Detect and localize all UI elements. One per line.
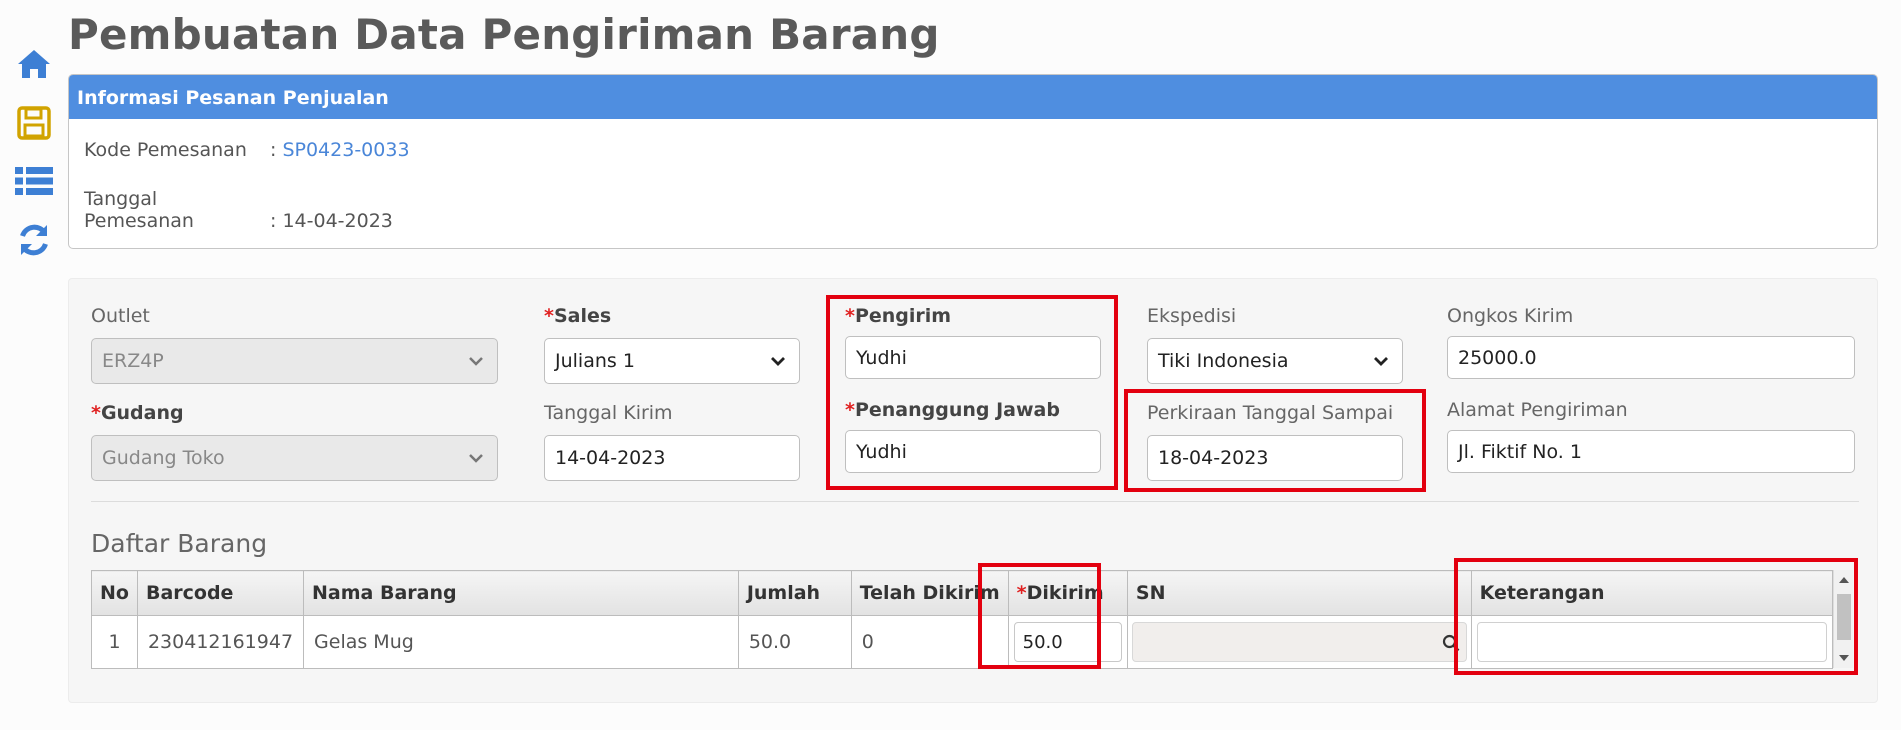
penanggung-jawab-label-text: Penanggung Jawab	[854, 399, 1060, 421]
ongkos-kirim-input[interactable]: 25000.0	[1447, 336, 1855, 379]
col-dikirim-text: Dikirim	[1026, 582, 1104, 604]
items-table: No Barcode Nama Barang Jumlah Telah Diki…	[91, 570, 1834, 669]
list-icon[interactable]	[14, 161, 54, 201]
alamat-pengiriman-label: Alamat Pengiriman	[1447, 399, 1628, 421]
scroll-down-icon[interactable]	[1838, 654, 1850, 662]
cell-nama-barang: Gelas Mug	[303, 615, 739, 669]
ekspedisi-label: Ekspedisi	[1147, 305, 1237, 327]
col-dikirim: *Dikirim	[1007, 570, 1128, 616]
alamat-pengiriman-input[interactable]: Jl. Fiktif No. 1	[1447, 430, 1855, 473]
tanggal-pemesanan-value: 14-04-2023	[282, 210, 393, 232]
page-title: Pembuatan Data Pengiriman Barang	[68, 10, 940, 59]
cell-jumlah: 50.0	[737, 615, 852, 669]
table-header-row: No Barcode Nama Barang Jumlah Telah Diki…	[91, 570, 1834, 616]
col-telah-dikirim: Telah Dikirim	[850, 570, 1009, 616]
cell-telah-dikirim: 0	[850, 615, 1009, 669]
gudang-group: *Gudang Gudang Toko	[91, 402, 498, 481]
pengirim-group: *Pengirim Yudhi	[845, 305, 1101, 379]
divider	[91, 501, 1859, 502]
perkiraan-tanggal-sampai-label: Perkiraan Tanggal Sampai	[1147, 402, 1394, 424]
tanggal-kirim-group: Tanggal Kirim 14-04-2023	[544, 402, 800, 481]
gudang-label-text: Gudang	[100, 402, 184, 424]
alamat-pengiriman-group: Alamat Pengiriman Jl. Fiktif No. 1	[1447, 399, 1855, 473]
order-info-header: Informasi Pesanan Penjualan	[69, 75, 1877, 119]
gudang-value: Gudang Toko	[102, 447, 225, 469]
pengirim-label-text: Pengirim	[854, 305, 952, 327]
penanggung-jawab-label: *Penanggung Jawab	[845, 399, 1101, 421]
sidebar	[0, 0, 68, 730]
sales-group: *Sales Julians 1	[544, 305, 800, 384]
cell-keterangan	[1470, 615, 1834, 669]
col-barcode: Barcode	[136, 570, 305, 616]
kode-pemesanan-link[interactable]: SP0423-0033	[282, 139, 409, 161]
col-no: No	[91, 570, 138, 616]
sales-value: Julians 1	[555, 350, 635, 372]
perkiraan-tanggal-sampai-group: Perkiraan Tanggal Sampai 18-04-2023	[1147, 402, 1403, 481]
col-jumlah: Jumlah	[737, 570, 852, 616]
penanggung-jawab-input[interactable]: Yudhi	[845, 430, 1101, 473]
penanggung-jawab-group: *Penanggung Jawab Yudhi	[845, 399, 1101, 473]
cell-barcode: 230412161947	[136, 615, 305, 669]
tanggal-pemesanan-row: Tanggal Pemesanan: 14-04-2023	[84, 188, 393, 232]
chevron-down-icon	[469, 357, 483, 366]
col-sn: SN	[1126, 570, 1472, 616]
home-icon[interactable]	[14, 44, 54, 84]
ongkos-kirim-group: Ongkos Kirim 25000.0	[1447, 305, 1855, 379]
search-icon[interactable]	[1442, 634, 1460, 652]
outlet-label: Outlet	[91, 305, 150, 327]
daftar-barang-title: Daftar Barang	[91, 529, 268, 558]
cell-sn	[1126, 615, 1472, 669]
table-scrollbar[interactable]	[1833, 570, 1853, 668]
sales-label: *Sales	[544, 305, 800, 327]
sales-select[interactable]: Julians 1	[544, 338, 800, 384]
kode-pemesanan-label: Kode Pemesanan	[84, 139, 247, 161]
order-info-panel: Informasi Pesanan Penjualan Kode Pemesan…	[68, 74, 1878, 249]
refresh-icon[interactable]	[14, 220, 54, 260]
cell-dikirim: 50.0	[1007, 615, 1128, 669]
scroll-up-icon[interactable]	[1838, 576, 1850, 584]
chevron-down-icon	[469, 454, 483, 463]
gudang-select[interactable]: Gudang Toko	[91, 435, 498, 481]
keterangan-input[interactable]	[1476, 622, 1827, 662]
ekspedisi-group: Ekspedisi Tiki Indonesia	[1147, 305, 1403, 384]
tanggal-separator: :	[270, 210, 277, 232]
tanggal-pemesanan-label: Tanggal Pemesanan	[84, 188, 194, 232]
gudang-label: *Gudang	[91, 402, 498, 424]
tanggal-kirim-input[interactable]: 14-04-2023	[544, 435, 800, 481]
col-keterangan: Keterangan	[1470, 570, 1834, 616]
ekspedisi-select[interactable]: Tiki Indonesia	[1147, 338, 1403, 384]
ongkos-kirim-label: Ongkos Kirim	[1447, 305, 1574, 327]
col-nama-barang: Nama Barang	[303, 570, 739, 616]
pengirim-input[interactable]: Yudhi	[845, 336, 1101, 379]
required-mark: *	[544, 305, 554, 327]
pengirim-label: *Pengirim	[845, 305, 1101, 327]
sales-label-text: Sales	[553, 305, 612, 327]
required-mark: *	[845, 399, 855, 421]
required-mark: *	[91, 402, 101, 424]
cell-no: 1	[91, 615, 138, 669]
perkiraan-tanggal-sampai-input[interactable]: 18-04-2023	[1147, 435, 1403, 481]
dikirim-input[interactable]: 50.0	[1013, 622, 1122, 662]
save-icon[interactable]	[14, 103, 54, 143]
kode-pemesanan-row: Kode Pemesanan: SP0423-0033	[84, 139, 410, 161]
shipment-form: Outlet ERZ4P *Gudang Gudang Toko *Sales …	[68, 278, 1878, 703]
tanggal-kirim-label: Tanggal Kirim	[544, 402, 673, 424]
kode-separator: :	[270, 139, 277, 161]
required-mark: *	[1016, 582, 1027, 604]
outlet-group: Outlet ERZ4P	[91, 305, 498, 384]
scrollbar-thumb[interactable]	[1837, 594, 1851, 640]
chevron-down-icon	[771, 357, 785, 366]
sn-input[interactable]	[1131, 622, 1467, 662]
outlet-value: ERZ4P	[102, 350, 164, 372]
outlet-select[interactable]: ERZ4P	[91, 338, 498, 384]
required-mark: *	[845, 305, 855, 327]
table-row: 1 230412161947 Gelas Mug 50.0 0 50.0	[91, 615, 1834, 669]
chevron-down-icon	[1374, 357, 1388, 366]
ekspedisi-value: Tiki Indonesia	[1158, 350, 1289, 372]
